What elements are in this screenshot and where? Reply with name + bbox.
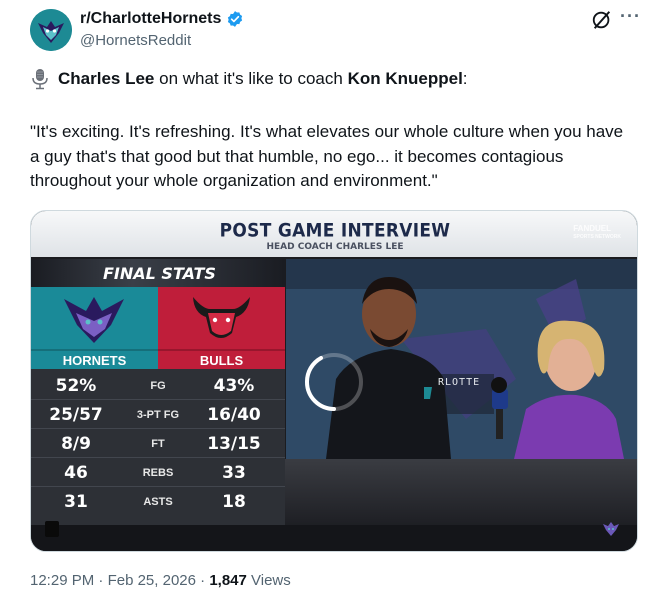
coach-name: Charles Lee [58, 69, 155, 88]
stat-row: 31 ASTS 18 [31, 487, 285, 516]
stat-label: ASTS [143, 496, 173, 508]
verified-badge-icon [226, 10, 244, 28]
video-bottom-bar [31, 525, 637, 551]
views-label: Views [246, 572, 291, 589]
meta-separator: · [195, 572, 210, 589]
tweet: r/CharlotteHornets @HornetsReddit ··· Ch… [0, 0, 660, 595]
stat-label: 3-PT FG [136, 409, 180, 421]
brand-line1: FANDUEL [573, 224, 611, 233]
hornets-watermark-icon [601, 519, 621, 539]
fanduel-logo: FANDUEL SPORTS NETWORK [573, 225, 621, 241]
stat-label: FT [151, 438, 165, 450]
microphone-icon [30, 68, 50, 90]
video-player[interactable]: POST GAME INTERVIEW HEAD COACH CHARLES L… [30, 210, 638, 552]
bulls-stat: 18 [222, 492, 246, 512]
intro-text: on what it's like to coach [154, 69, 348, 88]
final-stats-panel: FINAL STATS HORNETS BULLS 52% FG 43% 25/… [31, 259, 285, 551]
hornets-logo-icon [31, 287, 158, 349]
loading-spinner-icon [303, 351, 365, 413]
stat-label: REBS [142, 467, 174, 479]
stats-table: 52% FG 43% 25/57 3-PT FG 16/40 8/9 FT 13… [31, 371, 285, 516]
video-corner-mark [45, 521, 59, 537]
team-name-bulls: BULLS [158, 349, 285, 369]
court-floor [285, 459, 637, 525]
stat-row: 52% FG 43% [31, 371, 285, 400]
meta-separator: · [94, 572, 108, 589]
stat-label: FG [150, 380, 166, 392]
hornets-stat: 25/57 [49, 405, 103, 425]
interview-banner: POST GAME INTERVIEW HEAD COACH CHARLES L… [31, 211, 637, 257]
backdrop-text: RLOTTE [438, 377, 481, 388]
post-quote: "It's exciting. It's refreshing. It's wh… [30, 122, 624, 190]
brand-line2: SPORTS NETWORK [573, 234, 621, 240]
more-icon[interactable]: ··· [620, 6, 641, 27]
post-date[interactable]: Feb 25, 2026 [108, 572, 196, 589]
bulls-logo-icon [158, 287, 285, 349]
intro-colon: : [462, 69, 468, 88]
banner-subtitle: HEAD COACH CHARLES LEE [266, 242, 404, 252]
banner-title: POST GAME INTERVIEW [219, 220, 451, 242]
post-meta: 12:29 PM · Feb 25, 2026 · 1,847 Views [30, 572, 291, 589]
team-name-hornets: HORNETS [31, 349, 158, 369]
hornets-stat: 8/9 [61, 434, 91, 454]
bulls-stat: 33 [222, 463, 246, 483]
bulls-stat: 16/40 [207, 405, 261, 425]
bulls-stat: 13/15 [207, 434, 261, 454]
stat-row: 8/9 FT 13/15 [31, 429, 285, 458]
player-name: Kon Knueppel [347, 69, 463, 88]
hornets-stat: 46 [64, 463, 88, 483]
bulls-stat: 43% [213, 376, 255, 396]
hornets-stat: 52% [55, 376, 97, 396]
hornets-stat: 31 [64, 492, 88, 512]
stat-row: 46 REBS 33 [31, 458, 285, 487]
final-stats-header: FINAL STATS [31, 259, 285, 287]
account-avatar[interactable] [30, 9, 72, 51]
post-time[interactable]: 12:29 PM [30, 572, 94, 589]
final-stats-title: FINAL STATS [103, 264, 216, 283]
stat-row: 25/57 3-PT FG 16/40 [31, 400, 285, 429]
account-handle[interactable]: @HornetsReddit [80, 32, 191, 49]
post-intro: Charles Lee on what it's like to coach K… [30, 68, 468, 90]
grok-icon[interactable] [591, 9, 613, 31]
display-name[interactable]: r/CharlotteHornets [80, 10, 244, 28]
display-name-text: r/CharlotteHornets [80, 10, 222, 27]
views-count[interactable]: 1,847 [209, 572, 247, 589]
